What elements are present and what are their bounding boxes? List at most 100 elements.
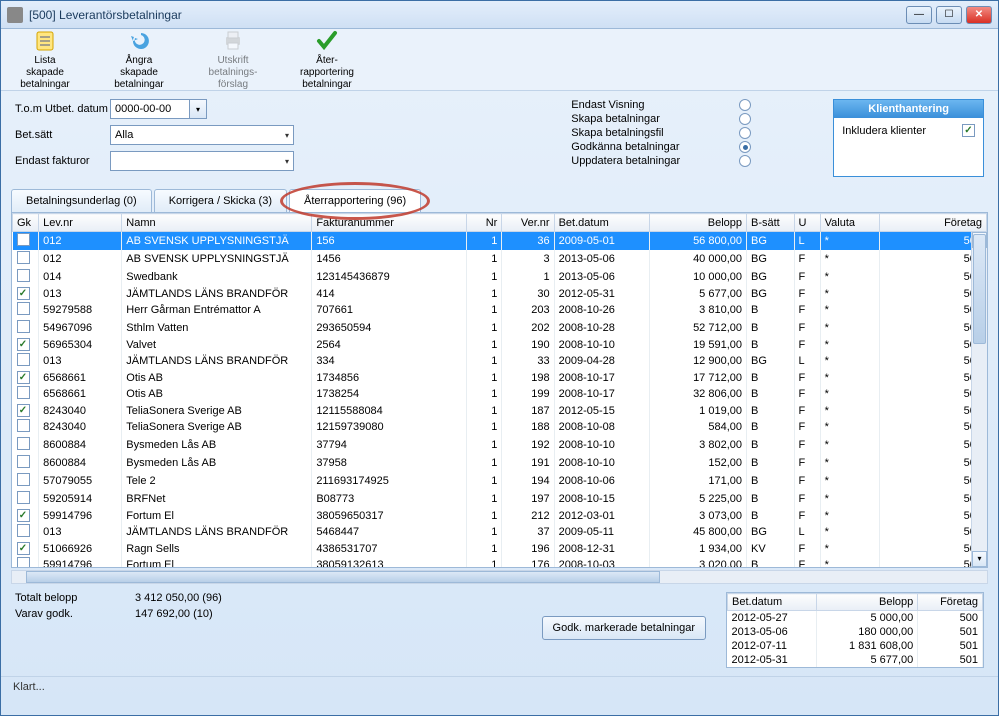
tab[interactable]: Återrapportering (96) bbox=[289, 189, 421, 212]
filter-area: T.o.m Utbet. datum ▾ Bet.sätt Alla ▾ End… bbox=[1, 91, 998, 185]
gk-checkbox[interactable]: ✓ bbox=[17, 509, 30, 522]
summary-grid[interactable]: Bet.datumBeloppFöretag 2012-05-275 000,0… bbox=[726, 592, 984, 668]
tab[interactable]: Korrigera / Skicka (3) bbox=[154, 189, 287, 212]
klient-checkbox[interactable]: ✓ bbox=[962, 124, 975, 137]
col-header[interactable]: Valuta bbox=[820, 214, 879, 232]
toolbar-list-button[interactable]: Listaskapadebetalningar bbox=[9, 33, 81, 86]
radio-input[interactable] bbox=[739, 113, 751, 125]
table-row[interactable]: 57079055Tele 221169317492511942008-10-06… bbox=[13, 472, 987, 490]
table-row[interactable]: ✓6568661Otis AB173485611982008-10-1717 7… bbox=[13, 370, 987, 385]
table-row[interactable]: 013JÄMTLANDS LÄNS BRANDFÖR54684471372009… bbox=[13, 523, 987, 541]
gk-checkbox[interactable] bbox=[17, 320, 30, 333]
col-header[interactable]: Företag bbox=[880, 214, 987, 232]
tab[interactable]: Betalningsunderlag (0) bbox=[11, 189, 152, 212]
radio-uppdatera[interactable]: Uppdatera betalningar bbox=[571, 155, 751, 167]
table-row[interactable]: 012AB SVENSK UPPLYSNINGSTJÄ1561362009-05… bbox=[13, 232, 987, 251]
col-header[interactable]: Belopp bbox=[817, 594, 918, 611]
radio-input[interactable] bbox=[739, 99, 751, 111]
date-input[interactable] bbox=[110, 99, 190, 119]
col-header[interactable]: Bet.datum bbox=[728, 594, 817, 611]
toolbar-undo-button[interactable]: Ångraskapadebetalningar bbox=[103, 33, 175, 86]
gk-checkbox[interactable]: ✓ bbox=[17, 542, 30, 555]
scroll-down-arrow[interactable]: ▾ bbox=[972, 551, 987, 567]
window-title: [500] Leverantörsbetalningar bbox=[29, 8, 906, 22]
gk-checkbox[interactable] bbox=[17, 419, 30, 432]
gk-checkbox[interactable] bbox=[17, 491, 30, 504]
toolbar-check-button[interactable]: Åter-rapporteringbetalningar bbox=[291, 33, 363, 86]
col-header[interactable]: Fakturanummer bbox=[312, 214, 466, 232]
gk-checkbox[interactable] bbox=[17, 251, 30, 264]
gk-checkbox[interactable] bbox=[17, 353, 30, 366]
table-row[interactable]: 2012-05-275 000,00500 bbox=[728, 611, 983, 626]
table-row[interactable]: 013JÄMTLANDS LÄNS BRANDFÖR3341332009-04-… bbox=[13, 352, 987, 370]
minimize-button[interactable]: — bbox=[906, 6, 932, 24]
table-row[interactable]: 014Swedbank123145436879112013-05-0610 00… bbox=[13, 268, 987, 286]
fakturor-combo[interactable]: ▾ bbox=[110, 151, 294, 171]
total-label: Totalt belopp bbox=[15, 592, 135, 604]
radio-input[interactable] bbox=[739, 155, 751, 167]
gk-checkbox[interactable] bbox=[17, 473, 30, 486]
col-header[interactable]: Bet.datum bbox=[554, 214, 649, 232]
gk-checkbox[interactable] bbox=[17, 386, 30, 399]
gk-checkbox[interactable] bbox=[17, 233, 30, 246]
gk-checkbox[interactable] bbox=[17, 437, 30, 450]
gk-checkbox[interactable] bbox=[17, 269, 30, 282]
gk-checkbox[interactable]: ✓ bbox=[17, 404, 30, 417]
titlebar[interactable]: [500] Leverantörsbetalningar — ☐ ✕ bbox=[1, 1, 998, 29]
main-grid[interactable]: GkLev.nrNamnFakturanummerNrVer.nrBet.dat… bbox=[11, 212, 988, 568]
gk-checkbox[interactable] bbox=[17, 557, 30, 568]
radio-input[interactable] bbox=[739, 127, 751, 139]
scroll-thumb[interactable] bbox=[973, 234, 986, 344]
gk-checkbox[interactable] bbox=[17, 302, 30, 315]
col-header[interactable]: B-sätt bbox=[747, 214, 795, 232]
gk-checkbox[interactable]: ✓ bbox=[17, 371, 30, 384]
calendar-button[interactable]: ▾ bbox=[189, 99, 207, 119]
table-row[interactable]: 012AB SVENSK UPPLYSNINGSTJÄ1456132013-05… bbox=[13, 250, 987, 268]
table-row[interactable]: 8600884Bysmeden Lås AB3779411922008-10-1… bbox=[13, 436, 987, 454]
col-header[interactable]: Belopp bbox=[649, 214, 746, 232]
table-row[interactable]: 6568661Otis AB173825411992008-10-1732 80… bbox=[13, 385, 987, 403]
maximize-button[interactable]: ☐ bbox=[936, 6, 962, 24]
table-row[interactable]: 59205914BRFNetB0877311972008-10-155 225,… bbox=[13, 490, 987, 508]
table-row[interactable]: 59914796Fortum El3805913261311762008-10-… bbox=[13, 556, 987, 568]
horizontal-scrollbar[interactable] bbox=[11, 570, 988, 584]
table-row[interactable]: 2012-07-111 831 608,00501 bbox=[728, 639, 983, 653]
close-button[interactable]: ✕ bbox=[966, 6, 992, 24]
radio-skapa_fil[interactable]: Skapa betalningsfil bbox=[571, 127, 751, 139]
gk-checkbox[interactable] bbox=[17, 524, 30, 537]
radio-input[interactable] bbox=[739, 141, 751, 153]
radio-godkanna[interactable]: Godkänna betalningar bbox=[571, 141, 751, 153]
undo-icon bbox=[125, 29, 153, 53]
klient-label: Inkludera klienter bbox=[842, 125, 926, 137]
col-header[interactable]: Namn bbox=[122, 214, 312, 232]
table-row[interactable]: 59279588Herr Gårman Entrémattor A7076611… bbox=[13, 301, 987, 319]
gk-checkbox[interactable] bbox=[17, 455, 30, 468]
table-row[interactable]: ✓8243040TeliaSonera Sverige AB1211558808… bbox=[13, 403, 987, 418]
betsatt-combo[interactable]: Alla ▾ bbox=[110, 125, 294, 145]
table-row[interactable]: 54967096Sthlm Vatten29365059412022008-10… bbox=[13, 319, 987, 337]
godk-value: 147 692,00 (10) bbox=[135, 608, 265, 620]
col-header[interactable]: U bbox=[794, 214, 820, 232]
radio-skapa_bet[interactable]: Skapa betalningar bbox=[571, 113, 751, 125]
col-header[interactable]: Gk bbox=[13, 214, 39, 232]
gk-checkbox[interactable]: ✓ bbox=[17, 287, 30, 300]
vertical-scrollbar[interactable]: ▴ ▾ bbox=[971, 232, 987, 567]
table-row[interactable]: 2012-05-315 677,00501 bbox=[728, 653, 983, 667]
col-header[interactable]: Nr bbox=[466, 214, 502, 232]
table-row[interactable]: ✓59914796Fortum El3805965031712122012-03… bbox=[13, 508, 987, 523]
table-row[interactable]: 2013-05-06180 000,00501 bbox=[728, 625, 983, 639]
gk-checkbox[interactable]: ✓ bbox=[17, 338, 30, 351]
godk-label: Varav godk. bbox=[15, 608, 135, 620]
table-row[interactable]: 8600884Bysmeden Lås AB3795811912008-10-1… bbox=[13, 454, 987, 472]
list-icon bbox=[31, 29, 59, 53]
table-row[interactable]: 8243040TeliaSonera Sverige AB12159739080… bbox=[13, 418, 987, 436]
col-header[interactable]: Företag bbox=[918, 594, 983, 611]
hscroll-thumb[interactable] bbox=[26, 571, 660, 583]
radio-visning[interactable]: Endast Visning bbox=[571, 99, 751, 111]
table-row[interactable]: ✓56965304Valvet256411902008-10-1019 591,… bbox=[13, 337, 987, 352]
col-header[interactable]: Ver.nr bbox=[502, 214, 554, 232]
table-row[interactable]: ✓51066926Ragn Sells438653170711962008-12… bbox=[13, 541, 987, 556]
col-header[interactable]: Lev.nr bbox=[39, 214, 122, 232]
table-row[interactable]: ✓013JÄMTLANDS LÄNS BRANDFÖR4141302012-05… bbox=[13, 286, 987, 301]
godk-button[interactable]: Godk. markerade betalningar bbox=[542, 616, 706, 640]
